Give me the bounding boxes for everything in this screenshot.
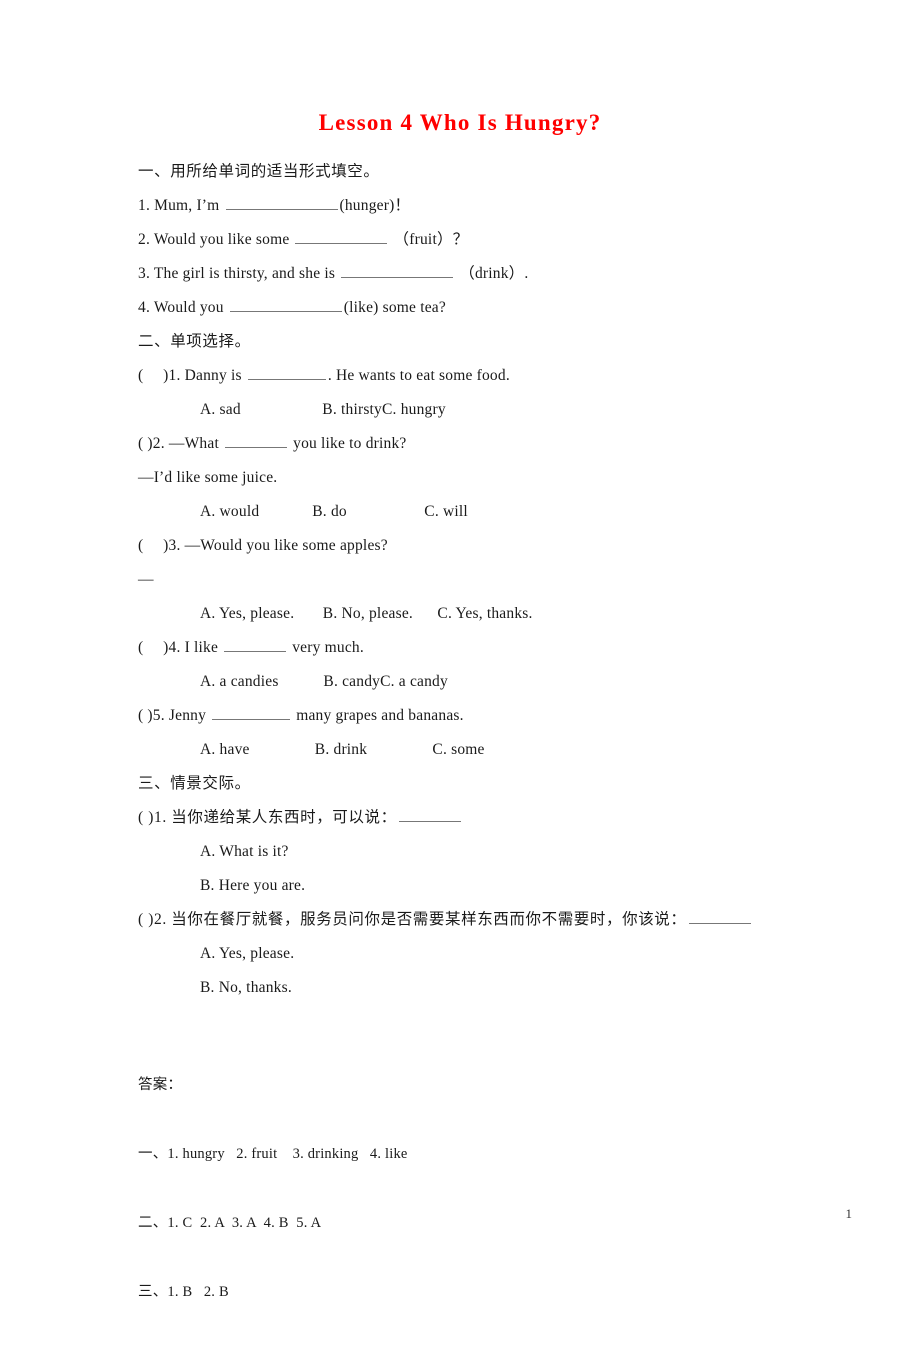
page-title: Lesson 4 Who Is Hungry? <box>318 110 602 135</box>
section-3-question-2: ( )2. 当你在餐厅就餐，服务员问你是否需要某样东西而你不需要时，你该说： <box>138 903 838 937</box>
answer-key-line-1: 一、1. hungry 2. fruit 3. drinking 4. like <box>138 1146 408 1162</box>
section-3-option-1b[interactable]: B. Here you are. <box>138 869 838 903</box>
section-2-heading: 二、单项选择。 <box>138 333 251 350</box>
worksheet-page: Lesson 4 Who Is Hungry? 一、用所给单词的适当形式填空。 … <box>0 0 920 1302</box>
section-1-item-2: 2. Would you like some （fruit）？ <box>138 223 838 257</box>
section-1-item-4: 4. Would you (like) some tea? <box>138 291 838 325</box>
item-stem-post: （fruit）？ <box>389 231 469 248</box>
question-stem-pre: ( )5. Jenny <box>138 707 211 724</box>
fill-blank[interactable] <box>224 637 287 652</box>
question-stem-post: very much. <box>288 639 364 656</box>
question-stem-pre: ( )1. 当你递给某人东西时，可以说： <box>138 809 397 826</box>
section-2-question-5: ( )5. Jenny many grapes and bananas. <box>138 699 838 733</box>
section-2-question-3-reply: — <box>138 571 154 588</box>
fill-blank[interactable] <box>247 365 326 380</box>
question-stem-pre: ( )2. —What <box>138 435 224 452</box>
question-stem-post: . He wants to eat some food. <box>327 367 510 384</box>
section-2-options-3[interactable]: A. Yes, please. B. No, please. C. Yes, t… <box>138 597 838 631</box>
question-stem-post: you like to drink? <box>289 435 407 452</box>
section-2-question-4: ( )4. I like very much. <box>138 631 838 665</box>
answer-key-label: 答案： <box>138 1077 183 1093</box>
section-2-question-1: ( )1. Danny is . He wants to eat some fo… <box>138 359 838 393</box>
question-stem-pre: ( )4. I like <box>138 639 223 656</box>
item-stem-pre: 2. Would you like some <box>138 231 294 248</box>
item-stem-post: (like) some tea? <box>343 299 446 316</box>
fill-blank[interactable] <box>341 263 454 278</box>
section-1-item-3: 3. The girl is thirsty, and she is （drin… <box>138 257 838 291</box>
question-stem-post: many grapes and bananas. <box>292 707 464 724</box>
fill-blank[interactable] <box>225 195 338 210</box>
item-stem-post: （drink）. <box>455 265 529 282</box>
section-1-item-1: 1. Mum, I’m (hunger)！ <box>138 189 838 223</box>
section-3-option-2a[interactable]: A. Yes, please. <box>138 937 838 971</box>
item-stem-pre: 1. Mum, I’m <box>138 197 224 214</box>
exercise-body: 一、用所给单词的适当形式填空。 1. Mum, I’m (hunger)！ 2.… <box>138 155 838 1005</box>
section-3-question-1: ( )1. 当你递给某人东西时，可以说： <box>138 801 838 835</box>
fill-blank[interactable] <box>398 807 461 822</box>
section-2-question-3: ( )3. —Would you like some apples? <box>138 537 388 554</box>
section-2-options-4[interactable]: A. a candies B. candyC. a candy <box>138 665 838 699</box>
item-stem-post: (hunger)！ <box>339 197 411 214</box>
fill-blank[interactable] <box>229 297 342 312</box>
fill-blank[interactable] <box>688 909 751 924</box>
item-stem-pre: 4. Would you <box>138 299 228 316</box>
section-2-options-1[interactable]: A. sad B. thirstyC. hungry <box>138 393 838 427</box>
section-1-heading: 一、用所给单词的适当形式填空。 <box>138 163 380 180</box>
page-number: 1 <box>845 1206 853 1221</box>
fill-blank[interactable] <box>295 229 388 244</box>
fill-blank[interactable] <box>225 433 288 448</box>
section-2-options-5[interactable]: A. have B. drink C. some <box>138 733 838 767</box>
answer-key-line-2: 二、1. C 2. A 3. A 4. B 5. A <box>138 1215 322 1231</box>
section-3-heading: 三、情景交际。 <box>138 775 251 792</box>
answer-key-line-3: 三、1. B 2. B <box>138 1284 229 1300</box>
section-3-option-1a[interactable]: A. What is it? <box>138 835 838 869</box>
section-2-question-2-reply: —I’d like some juice. <box>138 469 278 486</box>
question-stem-pre: ( )1. Danny is <box>138 367 246 384</box>
question-stem-pre: ( )2. 当你在餐厅就餐，服务员问你是否需要某样东西而你不需要时，你该说： <box>138 911 687 928</box>
fill-blank[interactable] <box>212 705 291 720</box>
item-stem-pre: 3. The girl is thirsty, and she is <box>138 265 340 282</box>
section-2-options-2[interactable]: A. would B. do C. will <box>138 495 838 529</box>
section-3-option-2b[interactable]: B. No, thanks. <box>138 971 838 1005</box>
section-2-question-2: ( )2. —What you like to drink? <box>138 427 838 461</box>
